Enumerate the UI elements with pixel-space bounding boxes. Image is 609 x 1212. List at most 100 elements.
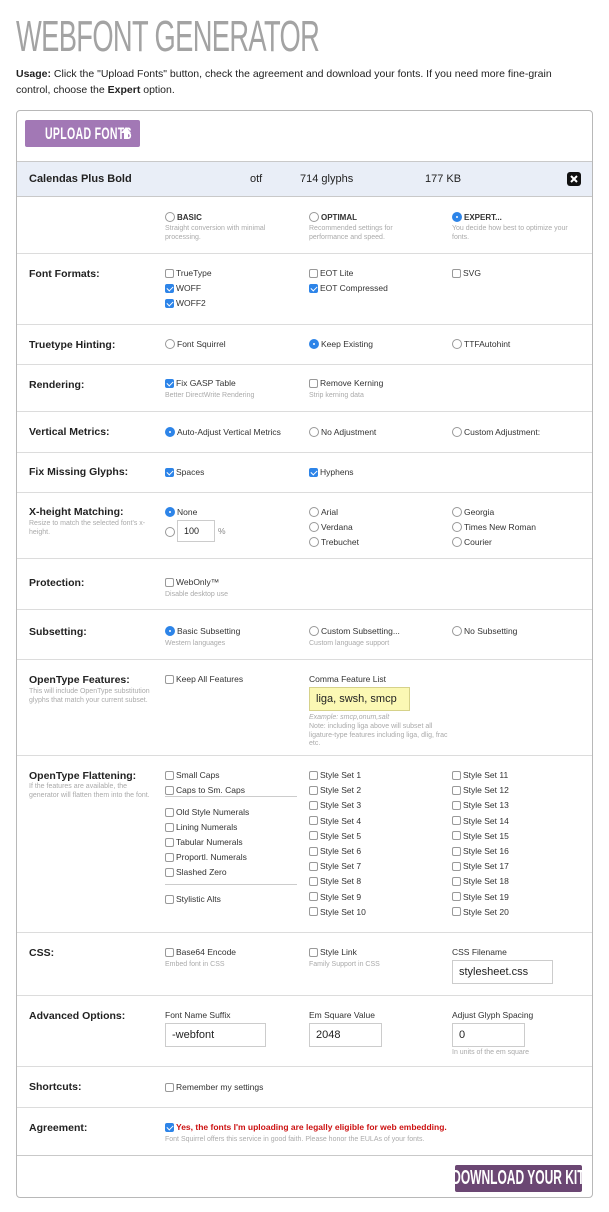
xheight-times-radio[interactable]: Times New Roman xyxy=(452,521,536,533)
file-size: 177 KB xyxy=(425,173,462,185)
auto-adjust-radio[interactable]: Auto-Adjust Vertical Metrics xyxy=(165,426,281,438)
checkbox-icon xyxy=(165,674,174,684)
upload-fonts-button[interactable]: UPLOAD FONTS xyxy=(25,120,140,147)
agreement-row: Agreement: Yes, the fonts I'm uploading … xyxy=(17,1108,592,1156)
xheight-arial-radio[interactable]: Arial xyxy=(309,506,338,518)
hinting-font-squirrel-radio[interactable]: Font Squirrel xyxy=(165,338,226,350)
style-set-checkbox[interactable]: Style Set 10 xyxy=(309,906,366,918)
style-set-checkbox[interactable]: Style Set 20 xyxy=(452,906,509,918)
feature-list-input[interactable]: liga, swsh, smcp xyxy=(309,687,410,711)
upload-fonts-label: UPLOAD FONTS xyxy=(44,123,132,143)
format-woff2-checkbox[interactable]: WOFF2 xyxy=(165,297,206,309)
style-set-checkbox[interactable]: Style Set 12 xyxy=(452,784,509,796)
base64-checkbox[interactable]: Base64 Encode xyxy=(165,946,236,958)
style-set-checkbox[interactable]: Style Set 15 xyxy=(452,830,509,842)
remove-kerning-checkbox[interactable]: Remove Kerning xyxy=(309,377,383,389)
style-set-checkbox[interactable]: Style Set 6 xyxy=(309,845,361,857)
spaces-checkbox[interactable]: Spaces xyxy=(165,466,204,478)
feature-list-note: Note: including liga above will subset a… xyxy=(309,723,448,747)
css-filename-input[interactable]: stylesheet.css xyxy=(452,960,553,984)
custom-adjustment-radio[interactable]: Custom Adjustment: xyxy=(452,426,540,438)
checkbox-icon xyxy=(309,770,318,780)
checkbox-checked-icon xyxy=(165,298,174,308)
mode-optimal-radio[interactable]: OPTIMAL xyxy=(309,211,357,223)
radio-icon xyxy=(165,212,175,222)
remember-settings-checkbox[interactable]: Remember my settings xyxy=(165,1081,263,1093)
xheight-georgia-radio[interactable]: Georgia xyxy=(452,506,494,518)
style-set-checkbox[interactable]: Style Set 5 xyxy=(309,830,361,842)
style-set-checkbox[interactable]: Style Set 14 xyxy=(452,815,509,827)
download-kit-button[interactable]: DOWNLOAD YOUR KIT xyxy=(452,1165,585,1192)
percent-sign: % xyxy=(218,526,226,536)
webonly-checkbox[interactable]: WebOnly™ xyxy=(165,576,219,588)
keep-all-features-checkbox[interactable]: Keep All Features xyxy=(165,673,243,685)
xheight-verdana-radio[interactable]: Verdana xyxy=(309,521,353,533)
style-set-checkbox[interactable]: Style Set 1 xyxy=(309,769,361,781)
no-adjustment-radio[interactable]: No Adjustment xyxy=(309,426,376,438)
flatten-option-checkbox[interactable]: Old Style Numerals xyxy=(165,806,249,818)
style-link-checkbox[interactable]: Style Link xyxy=(309,946,357,958)
style-set-checkbox[interactable]: Style Set 11 xyxy=(452,769,508,781)
mode-basic-radio[interactable]: BASIC xyxy=(165,211,202,223)
style-set-checkbox[interactable]: Style Set 8 xyxy=(309,875,361,887)
flatten-option-checkbox[interactable]: Caps to Sm. Caps xyxy=(165,784,245,796)
mode-expert-label: EXPERT... xyxy=(464,212,502,222)
mode-expert-radio[interactable]: EXPERT... xyxy=(452,211,502,223)
font-formats-label: Font Formats: xyxy=(29,268,100,280)
radio-icon xyxy=(452,537,462,547)
xheight-none-radio[interactable]: None xyxy=(165,506,197,518)
custom-subsetting-radio[interactable]: Custom Subsetting... xyxy=(309,625,400,637)
format-eot-lite-checkbox[interactable]: EOT Lite xyxy=(309,267,353,279)
style-set-checkbox[interactable]: Style Set 18 xyxy=(452,875,509,887)
flatten-option-checkbox[interactable]: Stylistic Alts xyxy=(165,893,221,905)
usage-text: Click the "Upload Fonts" button, check t… xyxy=(16,68,552,96)
xheight-trebuchet-radio[interactable]: Trebuchet xyxy=(309,536,359,548)
hyphens-checkbox[interactable]: Hyphens xyxy=(309,466,354,478)
checkbox-icon xyxy=(309,947,318,957)
style-set-checkbox[interactable]: Style Set 9 xyxy=(309,891,361,903)
flatten-option-checkbox[interactable]: Tabular Numerals xyxy=(165,836,243,848)
flatten-option-checkbox[interactable]: Small Caps xyxy=(165,769,219,781)
mode-row: BASIC Straight conversion with minimal pr… xyxy=(17,198,592,254)
xheight-percent-radio[interactable] xyxy=(165,526,177,538)
style-set-checkbox[interactable]: Style Set 19 xyxy=(452,891,509,903)
remove-file-button[interactable] xyxy=(567,172,581,186)
flatten-option-checkbox[interactable]: Lining Numerals xyxy=(165,821,237,833)
checkbox-checked-icon xyxy=(165,283,174,293)
font-suffix-input[interactable]: -webfont xyxy=(165,1023,266,1047)
no-subsetting-radio[interactable]: No Subsetting xyxy=(452,625,517,637)
style-set-checkbox[interactable]: Style Set 3 xyxy=(309,799,361,811)
css-filename-label: CSS Filename xyxy=(452,947,507,957)
glyph-spacing-input[interactable]: 0 xyxy=(452,1023,525,1047)
xheight-percent-input[interactable]: 100 xyxy=(177,520,215,542)
agreement-checkbox[interactable]: Yes, the fonts I'm uploading are legally… xyxy=(165,1121,447,1133)
basic-subsetting-radio[interactable]: Basic Subsetting xyxy=(165,625,240,637)
style-set-checkbox[interactable]: Style Set 16 xyxy=(452,845,509,857)
format-truetype-checkbox[interactable]: TrueType xyxy=(165,267,212,279)
format-eot-compressed-checkbox[interactable]: EOT Compressed xyxy=(309,282,388,294)
flatten-option-checkbox[interactable]: Proportl. Numerals xyxy=(165,851,247,863)
format-svg-checkbox[interactable]: SVG xyxy=(452,267,481,279)
protection-row: Protection: WebOnly™ Disable desktop use xyxy=(17,559,592,610)
em-square-input[interactable]: 2048 xyxy=(309,1023,382,1047)
hinting-keep-existing-radio[interactable]: Keep Existing xyxy=(309,338,373,350)
xheight-courier-radio[interactable]: Courier xyxy=(452,536,492,548)
close-icon xyxy=(570,175,578,183)
fix-gasp-checkbox[interactable]: Fix GASP Table xyxy=(165,377,236,389)
radio-selected-icon xyxy=(165,427,175,437)
agreement-desc: Font Squirrel offers this service in goo… xyxy=(165,1136,425,1143)
style-set-checkbox[interactable]: Style Set 17 xyxy=(452,860,509,872)
hinting-ttfautohint-radio[interactable]: TTFAutohint xyxy=(452,338,510,350)
style-set-checkbox[interactable]: Style Set 2 xyxy=(309,784,361,796)
style-set-checkbox[interactable]: Style Set 4 xyxy=(309,815,361,827)
flatten-option-checkbox[interactable]: Slashed Zero xyxy=(165,866,227,878)
format-woff-checkbox[interactable]: WOFF xyxy=(165,282,201,294)
checkbox-icon xyxy=(452,892,461,902)
style-set-checkbox[interactable]: Style Set 13 xyxy=(452,799,509,811)
style-set-checkbox[interactable]: Style Set 7 xyxy=(309,860,361,872)
protection-label: Protection: xyxy=(29,577,85,589)
rendering-row: Rendering: Fix GASP Table Better DirectW… xyxy=(17,365,592,412)
checkbox-icon xyxy=(165,268,174,278)
download-kit-label: DOWNLOAD YOUR KIT xyxy=(452,1167,585,1189)
hinting-label: Truetype Hinting: xyxy=(29,339,116,351)
